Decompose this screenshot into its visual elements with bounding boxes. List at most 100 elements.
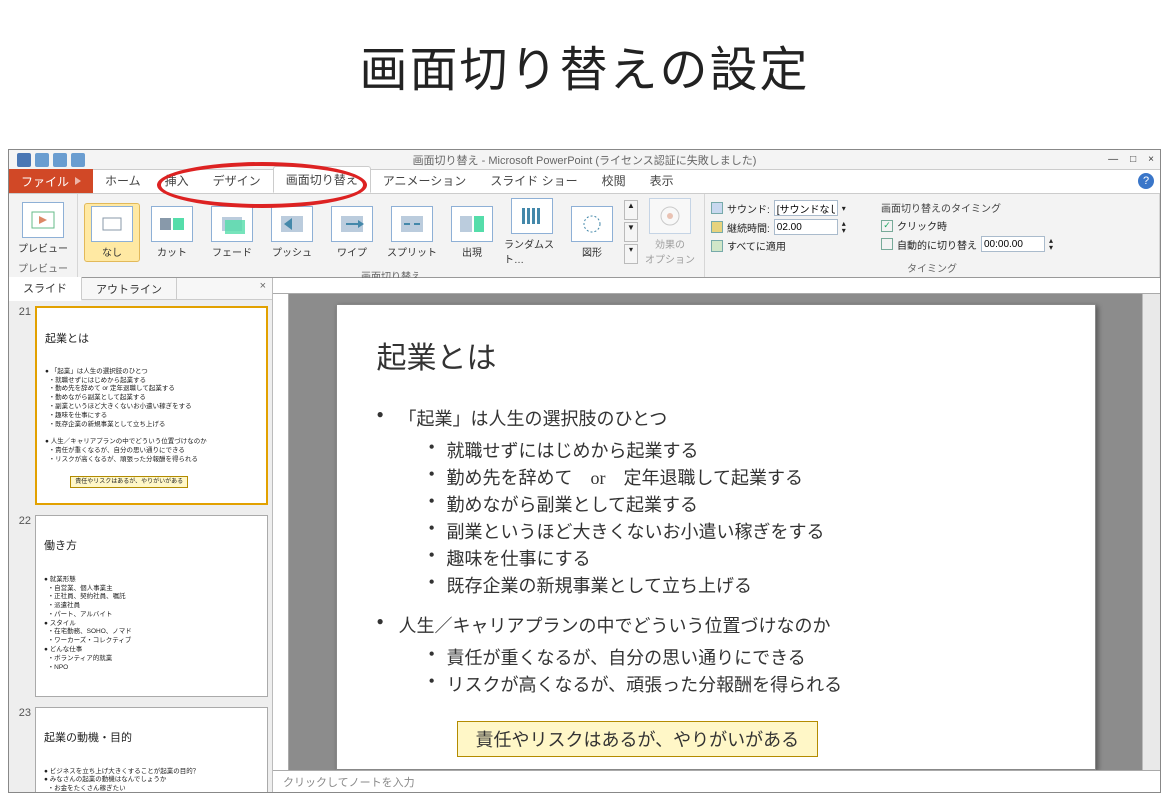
after-time-input[interactable] — [981, 236, 1045, 252]
transition-label: なし — [102, 244, 122, 259]
tab-slideshow[interactable]: スライド ショー — [478, 168, 589, 193]
transition-none[interactable]: なし — [84, 203, 140, 262]
transition-label: ワイプ — [337, 244, 367, 259]
bullet-level2[interactable]: 勤め先を辞めて or 定年退職して起業する — [425, 464, 1055, 490]
slide-footer-text: ゼロからはじめる起業ゼミ2016 — [655, 769, 809, 770]
thumbnail-number: 22 — [13, 515, 35, 697]
tab-file[interactable]: ファイル — [9, 169, 93, 193]
notes-pane[interactable]: クリックしてノートを入力 — [273, 770, 1160, 792]
slide-title[interactable]: 起業とは — [377, 333, 1055, 377]
slide-footer-date: 2016/1/16 — [377, 769, 422, 770]
after-checkbox[interactable] — [881, 238, 893, 250]
transition-push[interactable]: プッシュ — [264, 206, 320, 259]
tab-animations[interactable]: アニメーション — [371, 168, 479, 193]
apply-to-all-button[interactable]: すべてに適用 — [711, 238, 871, 253]
page-title: 画面切り替えの設定 — [0, 0, 1169, 130]
thumbnail-item[interactable]: 22 働き方 ● 就業形態 ・自営業、個人事業主 ・正社員、契約社員、嘱託 ・派… — [13, 515, 268, 697]
tab-home[interactable]: ホーム — [93, 168, 153, 193]
duration-label: 継続時間: — [727, 220, 770, 235]
transition-label: スプリット — [387, 244, 437, 259]
transition-label: ランダムスト… — [504, 236, 560, 266]
sound-label: サウンド: — [727, 201, 770, 216]
ribbon-tabbar: ファイル ホーム 挿入 デザイン 画面切り替え アニメーション スライド ショー… — [9, 170, 1160, 194]
thumb-title: 起業とは — [45, 332, 258, 347]
slide-panel: スライド アウトライン × 21 起業とは ● 「起業」は人生の選択肢のひとつ … — [9, 278, 273, 792]
help-icon[interactable]: ? — [1138, 173, 1154, 189]
bullet-level2[interactable]: 副業というほど大きくないお小遣い稼ぎをする — [425, 518, 1055, 544]
bullet-text: 「起業」は人生の選択肢のひとつ — [399, 409, 668, 429]
transition-wipe[interactable]: ワイプ — [324, 206, 380, 259]
ribbon: プレビュー プレビュー なし カット — [9, 194, 1160, 278]
thumbnail-preview[interactable]: 働き方 ● 就業形態 ・自営業、個人事業主 ・正社員、契約社員、嘱託 ・派遣社員… — [35, 515, 268, 697]
duration-icon — [711, 221, 723, 233]
sound-icon — [711, 202, 723, 214]
work-area: スライド アウトライン × 21 起業とは ● 「起業」は人生の選択肢のひとつ … — [9, 278, 1160, 792]
gallery-scroll-up-icon[interactable]: ▲ — [624, 200, 638, 220]
after-label: 自動的に切り替え — [897, 237, 977, 252]
tab-outline[interactable]: アウトライン — [82, 278, 177, 300]
sound-dropdown[interactable] — [774, 200, 838, 216]
bullet-level2[interactable]: 就職せずにはじめから起業する — [425, 437, 1055, 463]
duration-input[interactable] — [774, 219, 838, 235]
panel-close-icon[interactable]: × — [260, 280, 266, 292]
bullet-level2[interactable]: 既存企業の新規事業として立ち上げる — [425, 572, 1055, 598]
preview-button-label: プレビュー — [18, 240, 68, 255]
current-slide[interactable]: 起業とは 「起業」は人生の選択肢のひとつ 就職せずにはじめから起業する 勤め先を… — [336, 304, 1096, 770]
slide-footer-pagenum: 21 — [1044, 769, 1055, 770]
transition-shape[interactable]: 図形 — [564, 206, 620, 259]
powerpoint-window: 画面切り替え - Microsoft PowerPoint (ライセンス認証に失… — [8, 149, 1161, 793]
transition-label: 出現 — [462, 244, 482, 259]
ribbon-group-timing-label: タイミング — [711, 260, 1153, 277]
spinner-icon[interactable]: ▴▾ — [1049, 237, 1053, 251]
transition-label: カット — [157, 244, 187, 259]
tab-view[interactable]: 表示 — [638, 168, 686, 193]
preview-button[interactable]: プレビュー — [15, 202, 71, 255]
apply-all-icon — [711, 240, 723, 252]
bullet-level1[interactable]: 「起業」は人生の選択肢のひとつ 就職せずにはじめから起業する 勤め先を辞めて o… — [377, 405, 1055, 598]
transition-label: プッシュ — [272, 244, 312, 259]
on-click-checkbox[interactable]: ✓ — [881, 220, 893, 232]
transition-split[interactable]: スプリット — [384, 206, 440, 259]
bullet-level1[interactable]: 人生／キャリアプランの中でどういう位置づけなのか 責任が重くなるが、自分の思い通… — [377, 612, 1055, 697]
transition-label: フェード — [212, 244, 252, 259]
ribbon-group-preview: プレビュー プレビュー — [9, 194, 78, 277]
slide-canvas: 起業とは 「起業」は人生の選択肢のひとつ 就職せずにはじめから起業する 勤め先を… — [273, 278, 1160, 792]
vertical-scrollbar[interactable] — [1142, 294, 1160, 770]
transition-label: 図形 — [582, 244, 602, 259]
tab-transitions[interactable]: 画面切り替え — [273, 166, 371, 193]
thumb-body: ● 「起業」は人生の選択肢のひとつ ・就職せずにはじめから起業する ・勤め先を辞… — [45, 368, 258, 464]
effect-options-button[interactable]: 効果の オプション — [642, 198, 698, 266]
slide-area[interactable]: 起業とは 「起業」は人生の選択肢のひとつ 就職せずにはじめから起業する 勤め先を… — [289, 294, 1142, 770]
horizontal-ruler — [273, 278, 1160, 294]
transition-reveal[interactable]: 出現 — [444, 206, 500, 259]
window-titlebar: 画面切り替え - Microsoft PowerPoint (ライセンス認証に失… — [9, 150, 1160, 170]
thumb-title: 起業の動機・目的 — [44, 731, 259, 746]
ribbon-group-preview-label: プレビュー — [15, 260, 71, 277]
tab-insert[interactable]: 挿入 — [153, 168, 201, 193]
thumbnail-preview[interactable]: 起業とは ● 「起業」は人生の選択肢のひとつ ・就職せずにはじめから起業する ・… — [35, 306, 268, 505]
transition-fade[interactable]: フェード — [204, 206, 260, 259]
bullet-level2[interactable]: リスクが高くなるが、頑張った分報酬を得られる — [425, 671, 1055, 697]
on-click-label: クリック時 — [897, 218, 947, 233]
tab-slides[interactable]: スライド — [9, 277, 82, 301]
thumb-title: 働き方 — [44, 539, 259, 554]
thumbnail-item[interactable]: 23 起業の動機・目的 ● ビジネスを立ち上げ大きくすることが起業の目的？ ● … — [13, 707, 268, 792]
bullet-level2[interactable]: 趣味を仕事にする — [425, 545, 1055, 571]
thumbnail-preview[interactable]: 起業の動機・目的 ● ビジネスを立ち上げ大きくすることが起業の目的？ ● みなさ… — [35, 707, 268, 792]
thumbnail-item[interactable]: 21 起業とは ● 「起業」は人生の選択肢のひとつ ・就職せずにはじめから起業す… — [13, 306, 268, 505]
bullet-level2[interactable]: 責任が重くなるが、自分の思い通りにできる — [425, 644, 1055, 670]
thumbnail-number: 23 — [13, 707, 35, 792]
dropdown-icon[interactable]: ▾ — [842, 204, 846, 213]
bullet-level2[interactable]: 勤めながら副業として起業する — [425, 491, 1055, 517]
effect-options-label: 効果の オプション — [645, 236, 695, 266]
transition-random-bars[interactable]: ランダムスト… — [504, 198, 560, 266]
gallery-scroll-down-icon[interactable]: ▼ — [624, 222, 638, 242]
spinner-icon[interactable]: ▴▾ — [842, 220, 846, 234]
vertical-ruler — [273, 294, 289, 770]
gallery-more-icon[interactable]: ▾ — [624, 244, 638, 264]
highlight-box[interactable]: 責任やリスクはあるが、やりがいがある — [457, 721, 819, 757]
transition-cut[interactable]: カット — [144, 206, 200, 259]
tab-design[interactable]: デザイン — [201, 168, 273, 193]
ribbon-group-timing: サウンド: ▾ 継続時間: ▴▾ すべてに適用 — [705, 194, 1160, 277]
tab-review[interactable]: 校閲 — [590, 168, 638, 193]
